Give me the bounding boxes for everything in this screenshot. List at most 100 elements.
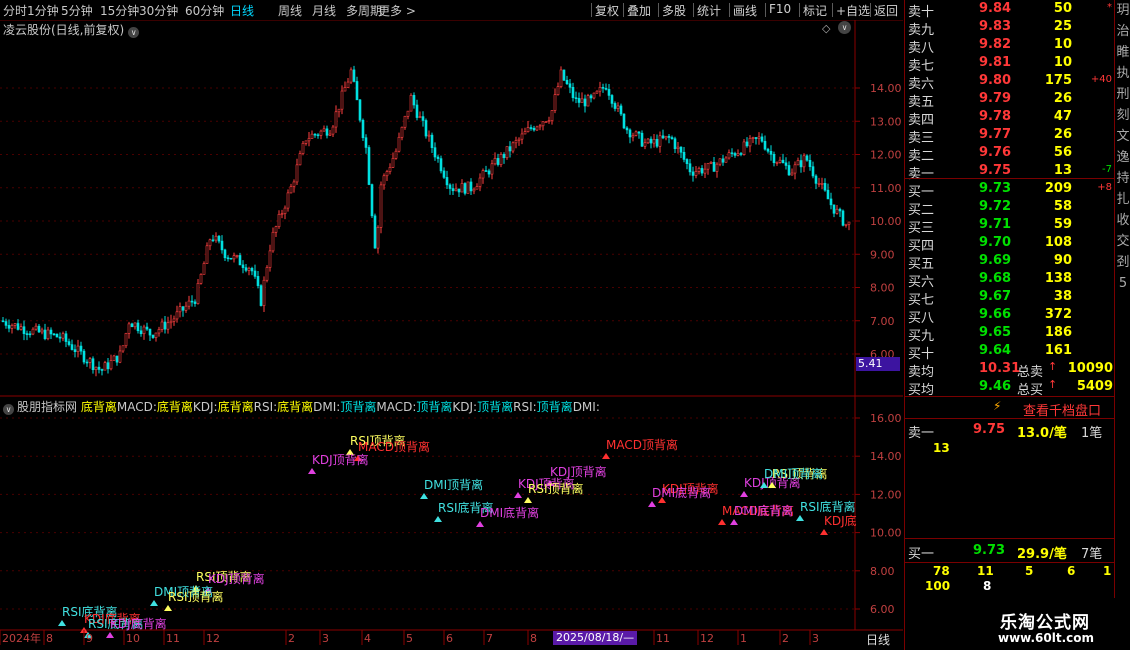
- signal-marker: [514, 492, 522, 498]
- candle: [820, 183, 824, 185]
- last-price-tag: 5.41: [856, 357, 900, 371]
- price-tick-label: 14.00: [870, 82, 902, 95]
- candle: [355, 81, 359, 101]
- candle: [142, 326, 146, 335]
- buy-row[interactable]: 买四 9.70 108: [905, 234, 1115, 254]
- candle: [307, 138, 311, 142]
- candle: [514, 140, 518, 144]
- candle: [484, 170, 488, 172]
- candle: [553, 94, 557, 111]
- candle: [412, 95, 416, 106]
- candle: [748, 137, 752, 147]
- chevron-down-icon[interactable]: ∨: [3, 404, 14, 415]
- buy-row[interactable]: 买九 9.65 186: [905, 324, 1115, 344]
- candle: [448, 184, 452, 189]
- candle: [175, 311, 179, 320]
- candle: [115, 355, 119, 363]
- buy-row[interactable]: 买六 9.68 138: [905, 270, 1115, 290]
- side-glyph: 治: [1116, 24, 1130, 39]
- sell-row[interactable]: 卖八 9.82 10: [905, 36, 1115, 56]
- level-price: 9.82: [979, 37, 1012, 52]
- sell-row[interactable]: 卖十 9.84 50 *: [905, 0, 1115, 20]
- buy-row[interactable]: 买十 9.64 161: [905, 342, 1115, 362]
- candle: [625, 127, 629, 131]
- level-change: +8: [1097, 182, 1112, 193]
- candle: [811, 166, 815, 177]
- x-tick-label: 8: [530, 632, 537, 645]
- candle: [775, 162, 779, 164]
- sell-row[interactable]: 卖六 9.80 175 +40: [905, 72, 1115, 92]
- lightning-icon: ⚡: [993, 399, 1002, 413]
- level-volume: 90: [1053, 253, 1072, 268]
- buy-row[interactable]: 买五 9.69 90: [905, 252, 1115, 272]
- candle: [598, 87, 602, 92]
- candle: [451, 188, 455, 192]
- x-tick-label: 11: [656, 632, 670, 645]
- candle: [352, 69, 356, 82]
- candle: [229, 257, 233, 260]
- candle: [643, 142, 647, 147]
- candle: [328, 133, 332, 136]
- candle: [76, 345, 80, 352]
- candle: [766, 148, 770, 152]
- candle: [556, 86, 560, 95]
- depth-link[interactable]: 查看千档盘口: [1023, 400, 1101, 419]
- candle: [28, 333, 32, 336]
- candle: [286, 192, 290, 209]
- candle: [724, 157, 728, 163]
- sell-row[interactable]: 卖九 9.83 25: [905, 18, 1115, 38]
- candle: [373, 215, 377, 249]
- buy-row[interactable]: 买八 9.66 372: [905, 306, 1115, 326]
- candle: [685, 159, 689, 165]
- candle: [487, 170, 491, 175]
- candle: [802, 155, 806, 168]
- candle: [475, 186, 479, 190]
- candle: [349, 69, 353, 83]
- candle: [169, 320, 173, 324]
- legend-bottom: 底背离: [217, 400, 254, 414]
- candle: [652, 139, 656, 144]
- sell-row[interactable]: 卖五 9.79 26: [905, 90, 1115, 110]
- candle: [52, 333, 56, 336]
- candle: [124, 333, 128, 347]
- candle: [88, 358, 92, 363]
- date-tag: 2025/08/18/—: [553, 631, 638, 645]
- candle: [10, 325, 14, 329]
- signal-label: DMI顶背离: [764, 466, 823, 481]
- candle: [91, 358, 95, 371]
- candle: [310, 133, 314, 139]
- level-volume: 108: [1044, 235, 1072, 250]
- level-price: 9.83: [979, 19, 1012, 34]
- level-price: 9.76: [979, 145, 1012, 160]
- candle: [454, 188, 458, 192]
- buy-row[interactable]: 买三 9.71 59: [905, 216, 1115, 236]
- divider: [904, 562, 1114, 563]
- signal-label: RSI底背离: [800, 499, 856, 514]
- level-price: 9.67: [979, 289, 1012, 304]
- price-tick-label: 7.00: [870, 315, 895, 328]
- candle: [730, 152, 734, 155]
- candle: [277, 213, 281, 227]
- signal-marker: [718, 519, 726, 525]
- candle: [103, 362, 107, 371]
- candle: [505, 146, 509, 159]
- candle: [118, 350, 122, 363]
- candle: [709, 161, 713, 164]
- candle: [220, 240, 224, 251]
- sell-row[interactable]: 卖七 9.81 10: [905, 54, 1115, 74]
- signal-label: KDJ顶背离: [208, 571, 265, 586]
- sell-row[interactable]: 卖三 9.77 26: [905, 126, 1115, 146]
- buy-row[interactable]: 买二 9.72 58: [905, 198, 1115, 218]
- candle: [778, 159, 782, 163]
- candle: [691, 171, 695, 176]
- signal-label: DMI底背离: [652, 485, 711, 500]
- candle: [205, 245, 209, 264]
- sell-row[interactable]: 卖二 9.76 56: [905, 144, 1115, 164]
- level-volume: 186: [1044, 325, 1072, 340]
- candle: [826, 189, 830, 200]
- buy-row[interactable]: 买七 9.67 38: [905, 288, 1115, 308]
- sell-row[interactable]: 卖四 9.78 47: [905, 108, 1115, 128]
- candle: [406, 110, 410, 117]
- candle: [49, 329, 53, 335]
- buy-row[interactable]: 买一 9.73 209 +8: [905, 180, 1115, 200]
